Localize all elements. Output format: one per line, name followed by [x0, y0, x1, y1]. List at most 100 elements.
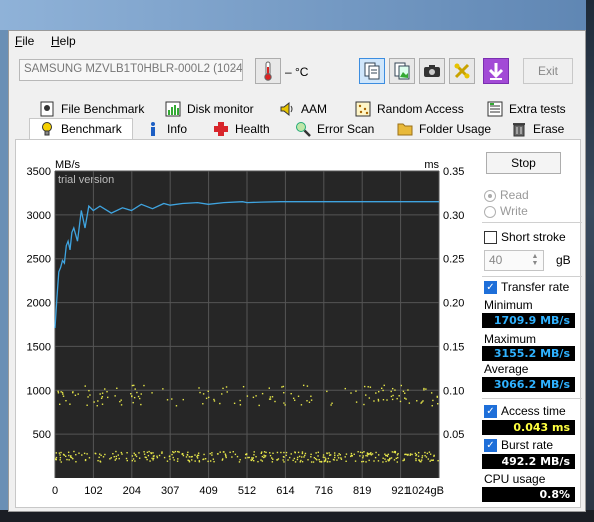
tab-random-access[interactable]: Random Access [355, 101, 464, 121]
access-time-point [203, 453, 205, 456]
short-stroke-size-input[interactable]: 40 ▲ ▼ [484, 250, 544, 271]
left-axis-ticks: 3500 3000 2500 2000 1500 1000 500 [27, 166, 51, 441]
access-time-point [133, 452, 135, 454]
access-time-point [173, 459, 175, 461]
access-time-point [288, 456, 291, 459]
write-radio[interactable]: Write [484, 204, 528, 218]
access-time-point [271, 396, 274, 398]
access-time-point [418, 459, 421, 461]
read-radio-dot [484, 189, 496, 202]
access-time-point [323, 460, 326, 463]
access-time-point [62, 453, 65, 456]
access-time-point [101, 403, 104, 405]
access-time-point [359, 451, 362, 453]
transfer-rate-checkbox[interactable]: ✓ Transfer rate [484, 280, 569, 295]
access-time-point [263, 456, 265, 459]
access-time-point [116, 387, 118, 389]
copy-text-button[interactable] [359, 58, 385, 84]
copy-image-button[interactable] [389, 58, 415, 84]
spinner-arrows-icon[interactable]: ▲ ▼ [529, 253, 541, 268]
short-stroke-checkbox[interactable]: Short stroke [484, 230, 566, 245]
access-time-point [219, 451, 221, 453]
tab-error-scan[interactable]: Error Scan [295, 121, 374, 141]
access-time-point [137, 395, 140, 398]
access-time-point [87, 396, 89, 398]
access-time-point [314, 457, 317, 460]
access-time-point [131, 384, 134, 387]
access-time-point [293, 399, 296, 401]
access-time-point [334, 456, 336, 459]
access-time-point [261, 392, 264, 395]
access-time-point [402, 459, 404, 462]
menu-help[interactable]: Help [51, 34, 76, 48]
access-time-point [213, 460, 215, 463]
access-time-point [369, 386, 372, 388]
access-time-point [168, 455, 171, 458]
minimum-label: Minimum [484, 298, 533, 312]
access-time-point [125, 457, 128, 460]
access-time-point [390, 395, 393, 398]
access-time-point [296, 458, 299, 461]
access-time-point [114, 395, 116, 397]
access-time-point [403, 459, 406, 461]
tab-erase[interactable]: Erase [511, 121, 564, 141]
access-time-point [98, 456, 100, 459]
access-time-point [232, 451, 234, 453]
access-time-point [384, 458, 386, 460]
access-time-point [429, 453, 432, 455]
access-time-point [205, 397, 208, 400]
access-time-point [411, 453, 413, 456]
access-time-point [225, 456, 227, 459]
access-time-point [75, 461, 77, 463]
access-time-point [55, 452, 58, 454]
stop-button[interactable]: Stop [486, 152, 561, 174]
read-radio[interactable]: Read [484, 188, 529, 202]
left-tick-label: 3000 [27, 210, 51, 222]
access-time-point [212, 458, 215, 460]
access-time-point [397, 456, 399, 459]
access-time-point [182, 398, 184, 401]
access-time-point [110, 457, 112, 459]
access-time-point [394, 389, 396, 391]
tab-benchmark[interactable]: Benchmark [39, 121, 122, 141]
options-button[interactable] [449, 58, 475, 84]
access-time-point [152, 452, 154, 454]
maximum-label: Maximum [484, 332, 537, 346]
access-time-point [396, 454, 399, 456]
access-time-point [424, 454, 426, 457]
access-time-point [391, 387, 394, 390]
drive-select[interactable]: SAMSUNG MZVLB1T0HBLR-000L2 (1024 ⌵ [19, 59, 243, 81]
temperature-button[interactable] [255, 58, 281, 84]
access-time-point [151, 392, 153, 394]
transfer-rate-check: ✓ [484, 281, 497, 295]
access-time-point [373, 400, 375, 402]
access-time-point [430, 459, 433, 461]
access-time-point [134, 460, 136, 462]
tab-folder-usage[interactable]: Folder Usage [397, 121, 491, 141]
access-time-point [188, 461, 191, 463]
left-tick-label: 1000 [27, 385, 51, 397]
burst-rate-checkbox[interactable]: ✓ Burst rate [484, 438, 553, 453]
exit-button[interactable]: Exit [523, 58, 573, 84]
access-time-point [404, 392, 406, 394]
access-time-point [269, 452, 271, 454]
access-time-point [68, 459, 70, 461]
access-time-checkbox[interactable]: ✓ Access time [484, 404, 566, 419]
access-time-point [236, 455, 239, 458]
tab-disk-monitor[interactable]: Disk monitor [165, 101, 254, 121]
access-time-point [188, 456, 191, 458]
access-time-point [226, 391, 228, 393]
access-time-point [152, 459, 154, 461]
screenshot-button[interactable] [419, 58, 445, 84]
save-button[interactable] [483, 58, 509, 84]
menu-file[interactable]: File [15, 34, 34, 48]
access-time-point [392, 394, 394, 397]
tab-info[interactable]: Info [145, 121, 187, 141]
access-time-point [409, 453, 412, 455]
access-time-point [258, 404, 260, 407]
access-time-point [72, 391, 74, 393]
access-time-point [353, 453, 355, 456]
tab-extra-tests[interactable]: Extra tests [487, 101, 566, 121]
tab-health[interactable]: Health [213, 121, 270, 141]
tab-aam[interactable]: AAM [279, 101, 327, 121]
